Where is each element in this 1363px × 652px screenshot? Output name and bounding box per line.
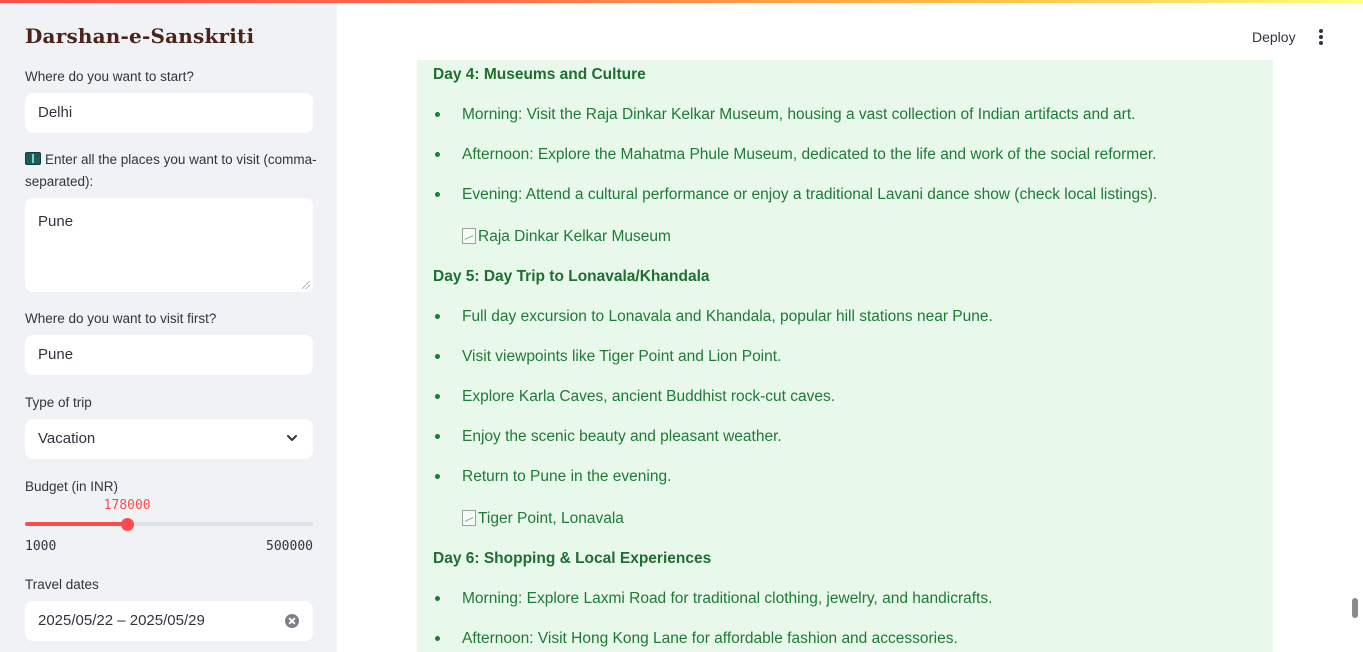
broken-image-icon	[462, 228, 476, 244]
budget-slider[interactable]	[25, 517, 313, 531]
museum-image-alt: Raja Dinkar Kelkar Museum	[478, 228, 671, 245]
list-item: Explore Karla Caves, ancient Buddhist ro…	[462, 388, 836, 405]
start-input[interactable]: Delhi	[25, 93, 313, 133]
first-visit-input[interactable]: Pune	[25, 335, 313, 375]
bullet-icon	[435, 152, 440, 157]
tiger-point-image-alt: Tiger Point, Lonavala	[478, 510, 624, 527]
bullet-icon	[435, 314, 440, 319]
first-visit-label: Where do you want to visit first?	[25, 311, 217, 326]
tiger-point-image: Tiger Point, Lonavala	[462, 508, 624, 530]
bullet-icon	[435, 192, 440, 197]
budget-label: Budget (in INR)	[25, 479, 119, 494]
broken-image-icon	[462, 510, 476, 526]
start-label: Where do you want to start?	[25, 69, 194, 84]
list-item: Visit viewpoints like Tiger Point and Li…	[462, 348, 782, 365]
resize-handle-icon[interactable]	[302, 281, 310, 289]
travel-dates-label: Travel dates	[25, 577, 99, 592]
trip-type-select[interactable]: Vacation	[25, 419, 313, 459]
bullet-icon	[435, 596, 440, 601]
places-label: Enter all the places you want to visit (…	[25, 149, 317, 171]
bullet-icon	[435, 636, 440, 641]
bullet-icon	[435, 354, 440, 359]
open-book-icon	[25, 152, 41, 165]
list-item: Enjoy the scenic beauty and pleasant wea…	[462, 428, 782, 445]
day-4-heading: Day 4: Museums and Culture	[433, 66, 646, 83]
budget-slider-thumb[interactable]	[120, 517, 134, 531]
list-item: Afternoon: Explore the Mahatma Phule Mus…	[462, 146, 1157, 163]
budget-min-label: 1000	[25, 539, 57, 554]
budget-max-label: 500000	[266, 539, 313, 554]
list-item: Afternoon: Visit Hong Kong Lane for affo…	[462, 630, 958, 647]
itinerary-panel: Day 4: Museums and Culture Morning: Visi…	[417, 60, 1273, 652]
places-textarea[interactable]: Pune	[25, 198, 313, 292]
budget-slider-value: 178000	[103, 498, 151, 513]
app-title: Darshan-e-Sanskriti	[25, 24, 255, 48]
travel-dates-value: 2025/05/22 – 2025/05/29	[38, 612, 205, 629]
places-label-line1: Enter all the places you want to visit (…	[45, 152, 317, 167]
list-item: Return to Pune in the evening.	[462, 468, 672, 485]
bullet-icon	[435, 474, 440, 479]
chevron-down-icon	[287, 435, 297, 441]
bullet-icon	[435, 434, 440, 439]
list-item: Morning: Visit the Raja Dinkar Kelkar Mu…	[462, 106, 1136, 123]
sidebar: Darshan-e-Sanskriti Where do you want to…	[0, 0, 337, 652]
travel-dates-input[interactable]: 2025/05/22 – 2025/05/29	[25, 601, 313, 641]
deploy-button[interactable]: Deploy	[1244, 26, 1304, 48]
list-item: Evening: Attend a cultural performance o…	[462, 186, 1158, 203]
day-5-heading: Day 5: Day Trip to Lonavala/Khandala	[433, 268, 710, 285]
bullet-icon	[435, 394, 440, 399]
scrollbar-thumb[interactable]	[1352, 598, 1358, 618]
places-textarea-value: Pune	[38, 213, 74, 230]
budget-slider-fill	[25, 522, 128, 526]
trip-type-value: Vacation	[38, 430, 96, 447]
clear-icon[interactable]	[285, 614, 299, 628]
trip-type-label: Type of trip	[25, 395, 92, 410]
day-6-heading: Day 6: Shopping & Local Experiences	[433, 550, 712, 567]
places-label-line2: separated):	[25, 174, 94, 189]
bullet-icon	[435, 112, 440, 117]
list-item: Morning: Explore Laxmi Road for traditio…	[462, 590, 993, 607]
vertical-ellipsis-icon[interactable]	[1312, 26, 1330, 48]
list-item: Full day excursion to Lonavala and Khand…	[462, 308, 993, 325]
top-decoration-bar	[0, 0, 1363, 3]
museum-image: Raja Dinkar Kelkar Museum	[462, 226, 671, 248]
